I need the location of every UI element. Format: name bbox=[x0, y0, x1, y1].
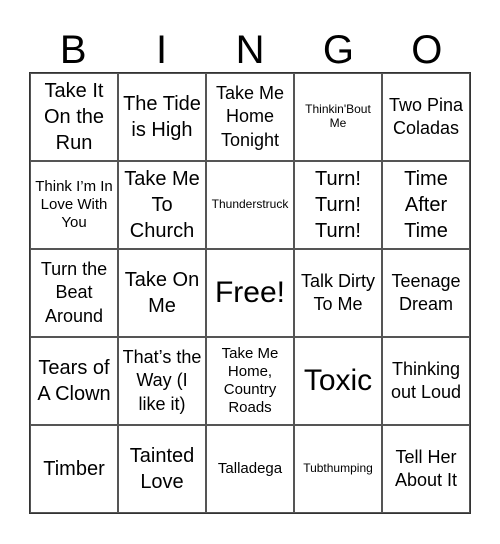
bingo-cell[interactable]: Time After Time bbox=[382, 161, 470, 249]
header-letter-b: B bbox=[59, 28, 87, 72]
bingo-cell[interactable]: Take Me Home Tonight bbox=[206, 73, 294, 161]
bingo-cell[interactable]: Take On Me bbox=[118, 249, 206, 337]
header-letter-n: N bbox=[235, 28, 265, 72]
bingo-cell[interactable]: Take Me To Church bbox=[118, 161, 206, 249]
bingo-cell[interactable]: Toxic bbox=[294, 337, 382, 425]
bingo-cell[interactable]: Think I’m In Love With You bbox=[30, 161, 118, 249]
header-letter-i: I bbox=[156, 28, 168, 72]
bingo-cell[interactable]: That’s the Way (I like it) bbox=[118, 337, 206, 425]
bingo-cell[interactable]: Thunderstruck bbox=[206, 161, 294, 249]
bingo-cell[interactable]: Tubthumping bbox=[294, 425, 382, 513]
bingo-cell[interactable]: Thinkin'Bout Me bbox=[294, 73, 382, 161]
bingo-cell[interactable]: Tell Her About It bbox=[382, 425, 470, 513]
free-space[interactable]: Free! bbox=[206, 249, 294, 337]
bingo-cell[interactable]: Thinking out Loud bbox=[382, 337, 470, 425]
bingo-cell[interactable]: Turn the Beat Around bbox=[30, 249, 118, 337]
bingo-cell[interactable]: Turn! Turn! Turn! bbox=[294, 161, 382, 249]
bingo-cell[interactable]: The Tide is High bbox=[118, 73, 206, 161]
bingo-cell[interactable]: Talk Dirty To Me bbox=[294, 249, 382, 337]
header-letter-g: G bbox=[322, 28, 354, 72]
bingo-grid: Take It On the Run The Tide is High Take… bbox=[29, 72, 471, 514]
bingo-cell[interactable]: Take Me Home, Country Roads bbox=[206, 337, 294, 425]
bingo-cell[interactable]: Take It On the Run bbox=[30, 73, 118, 161]
bingo-cell[interactable]: Tears of A Clown bbox=[30, 337, 118, 425]
bingo-cell[interactable]: Teenage Dream bbox=[382, 249, 470, 337]
bingo-cell[interactable]: Tainted Love bbox=[118, 425, 206, 513]
bingo-cell[interactable]: Two Pina Coladas bbox=[382, 73, 470, 161]
bingo-header: B I N G O bbox=[29, 28, 471, 72]
header-letter-o: O bbox=[411, 28, 443, 72]
bingo-cell[interactable]: Timber bbox=[30, 425, 118, 513]
bingo-cell[interactable]: Talladega bbox=[206, 425, 294, 513]
